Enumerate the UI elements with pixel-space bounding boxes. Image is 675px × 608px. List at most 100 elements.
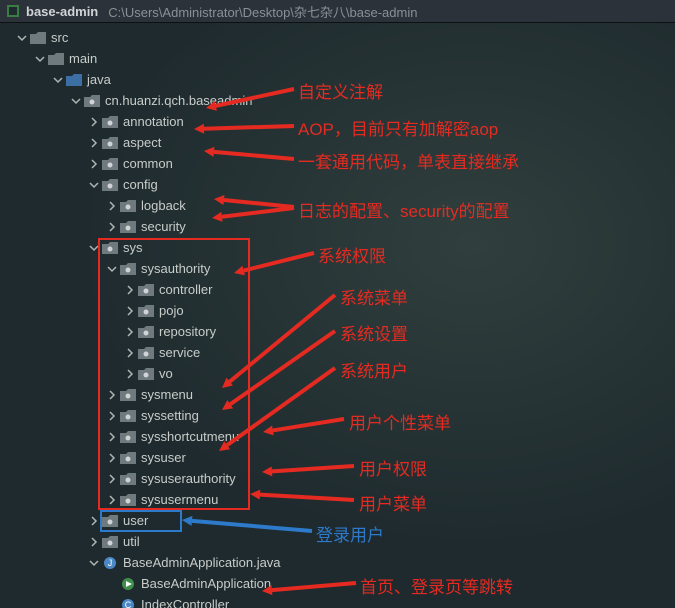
chevron-right-icon[interactable] [88, 137, 100, 149]
chevron-right-icon[interactable] [106, 452, 118, 464]
tree-row[interactable]: J BaseAdminApplication.java [6, 552, 675, 573]
tree-item-label: util [123, 534, 140, 549]
tree-item-label: sysusermenu [141, 492, 218, 507]
tree-row[interactable]: aspect [6, 132, 675, 153]
tree-row[interactable]: repository [6, 321, 675, 342]
annotation-arrow [172, 510, 322, 541]
tree-item-label: security [141, 219, 186, 234]
package-icon [120, 430, 136, 444]
package-icon [102, 157, 118, 171]
tree-row[interactable]: sysshortcutmenu [6, 426, 675, 447]
chevron-down-icon[interactable] [16, 32, 28, 44]
package-icon [120, 220, 136, 234]
tree-row[interactable]: pojo [6, 300, 675, 321]
chevron-right-icon[interactable] [106, 473, 118, 485]
tree-item-label: aspect [123, 135, 161, 150]
tree-row[interactable]: util [6, 531, 675, 552]
tree-row[interactable]: logback [6, 195, 675, 216]
package-icon [84, 94, 100, 108]
chevron-right-icon[interactable] [124, 305, 136, 317]
package-icon [138, 367, 154, 381]
package-icon [102, 514, 118, 528]
tree-row[interactable]: BaseAdminApplication [6, 573, 675, 594]
chevron-down-icon[interactable] [34, 53, 46, 65]
tree-item-label: config [123, 177, 158, 192]
package-icon [138, 283, 154, 297]
tree-row[interactable]: sysauthority [6, 258, 675, 279]
tree-item-label: user [123, 513, 148, 528]
tree-row[interactable]: sysuserauthority [6, 468, 675, 489]
chevron-right-icon[interactable] [88, 536, 100, 548]
chevron-down-icon[interactable] [88, 557, 100, 569]
chevron-down-icon[interactable] [106, 263, 118, 275]
tree-row[interactable]: C IndexController [6, 594, 675, 608]
chevron-right-icon[interactable] [106, 200, 118, 212]
tree-item-label: controller [159, 282, 212, 297]
chevron-right-icon[interactable] [124, 347, 136, 359]
chevron-down-icon[interactable] [88, 242, 100, 254]
tree-row[interactable]: vo [6, 363, 675, 384]
tree-row[interactable]: annotation [6, 111, 675, 132]
chevron-right-icon[interactable] [124, 326, 136, 338]
svg-text:C: C [125, 600, 132, 608]
tree-item-label: syssetting [141, 408, 199, 423]
chevron-right-icon[interactable] [124, 368, 136, 380]
package-icon [120, 472, 136, 486]
tree-item-label: sys [123, 240, 143, 255]
tree-item-label: sysuserauthority [141, 471, 236, 486]
runnable-class-icon [120, 577, 136, 591]
tree-row[interactable]: sysmenu [6, 384, 675, 405]
package-icon [102, 241, 118, 255]
project-tree[interactable]: srcmain java cn.huanzi.qch.baseadminannota… [0, 23, 675, 608]
chevron-down-icon[interactable] [88, 179, 100, 191]
tree-row[interactable]: src [6, 27, 675, 48]
tree-item-label: service [159, 345, 200, 360]
folder-icon [48, 52, 64, 66]
tree-row[interactable]: controller [6, 279, 675, 300]
tree-row[interactable]: config [6, 174, 675, 195]
chevron-right-icon[interactable] [124, 284, 136, 296]
tree-row[interactable]: common [6, 153, 675, 174]
tree-row[interactable]: sysuser [6, 447, 675, 468]
package-icon [120, 388, 136, 402]
tree-row[interactable]: service [6, 342, 675, 363]
tree-row[interactable]: sysusermenu [6, 489, 675, 510]
svg-text:J: J [108, 558, 113, 568]
package-icon [120, 199, 136, 213]
tree-item-label: java [87, 72, 111, 87]
tree-item-label: sysshortcutmenu [141, 429, 239, 444]
chevron-right-icon[interactable] [88, 158, 100, 170]
tree-item-label: BaseAdminApplication.java [123, 555, 281, 570]
package-icon [120, 493, 136, 507]
project-icon [6, 4, 20, 18]
class-icon: C [120, 598, 136, 608]
chevron-right-icon[interactable] [106, 389, 118, 401]
project-path: C:\Users\Administrator\Desktop\杂七杂八\base… [108, 2, 417, 21]
chevron-down-icon[interactable] [52, 74, 64, 86]
chevron-right-icon[interactable] [88, 515, 100, 527]
chevron-right-icon[interactable] [106, 410, 118, 422]
package-icon [138, 325, 154, 339]
tree-item-label: common [123, 156, 173, 171]
tree-row[interactable]: java [6, 69, 675, 90]
chevron-right-icon[interactable] [106, 494, 118, 506]
package-icon [120, 409, 136, 423]
tree-item-label: BaseAdminApplication [141, 576, 271, 591]
tree-item-label: logback [141, 198, 186, 213]
tree-item-label: IndexController [141, 597, 229, 608]
chevron-right-icon[interactable] [106, 431, 118, 443]
tree-row[interactable]: sys [6, 237, 675, 258]
tree-row[interactable]: cn.huanzi.qch.baseadmin [6, 90, 675, 111]
tree-item-label: sysauthority [141, 261, 210, 276]
tree-row[interactable]: syssetting [6, 405, 675, 426]
package-icon [102, 136, 118, 150]
chevron-down-icon[interactable] [70, 95, 82, 107]
tree-row[interactable]: main [6, 48, 675, 69]
chevron-right-icon[interactable] [88, 116, 100, 128]
package-icon [102, 535, 118, 549]
java-file-icon: J [102, 556, 118, 570]
tree-row[interactable]: user [6, 510, 675, 531]
tree-item-label: pojo [159, 303, 184, 318]
tree-row[interactable]: security [6, 216, 675, 237]
chevron-right-icon[interactable] [106, 221, 118, 233]
